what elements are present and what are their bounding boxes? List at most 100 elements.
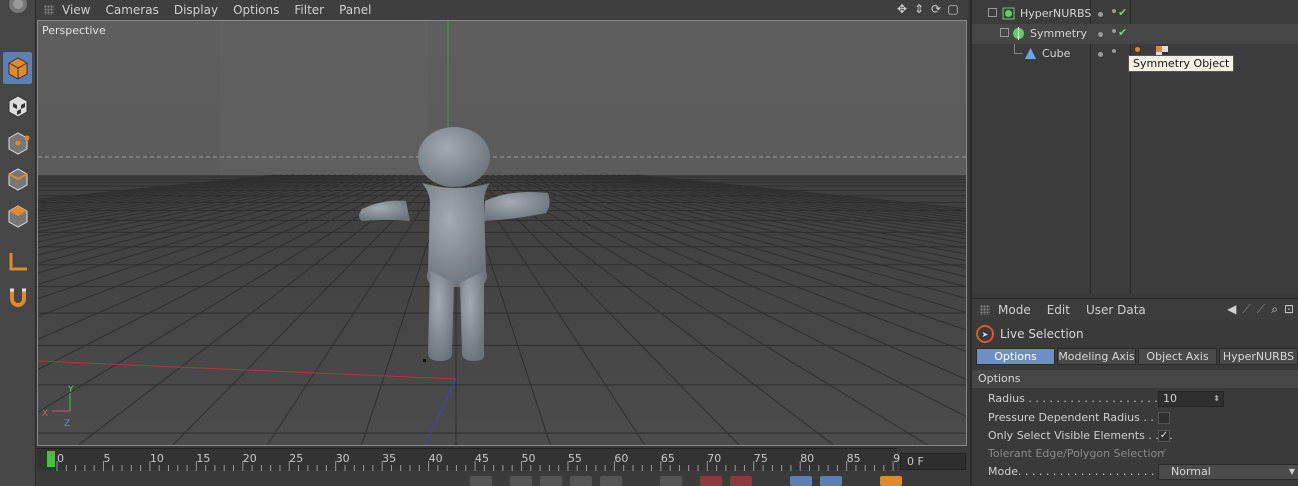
points-cube-icon bbox=[8, 132, 29, 155]
section-header-options[interactable]: Options bbox=[972, 370, 1298, 388]
timeline-ruler[interactable]: 051015202530354045505560657075808590 bbox=[37, 448, 907, 471]
render-dot[interactable] bbox=[1112, 29, 1116, 33]
current-frame-field[interactable]: 0 F bbox=[900, 453, 966, 470]
undo-tool-icon[interactable] bbox=[3, 0, 32, 18]
polygons-mode-button[interactable] bbox=[3, 200, 32, 232]
collapse-icon[interactable] bbox=[988, 8, 997, 17]
object-name[interactable]: HyperNURBS bbox=[1020, 7, 1091, 20]
viewport-nav: ✥ ⇕ ⟳ ▢ bbox=[895, 2, 960, 16]
tab-options[interactable]: Options bbox=[976, 348, 1055, 365]
hypernurbs-icon bbox=[1002, 7, 1015, 20]
menu-display[interactable]: Display bbox=[174, 3, 218, 17]
timeline-label: 55 bbox=[567, 452, 582, 465]
pressure-row: Pressure Dependent Radius . . . . bbox=[988, 409, 1298, 427]
search-icon[interactable]: ⌕ bbox=[1271, 302, 1278, 317]
tab-object-axis[interactable]: Object Axis bbox=[1138, 348, 1217, 365]
visibility-dot[interactable] bbox=[1098, 32, 1103, 37]
axis-z-label: Z bbox=[64, 419, 71, 429]
visible-elements-label: Only Select Visible Elements . . . . bbox=[988, 429, 1173, 442]
timeline-label: 20 bbox=[242, 452, 257, 465]
transport-button[interactable] bbox=[600, 476, 622, 486]
keyframe-button[interactable] bbox=[880, 476, 902, 486]
transport-button[interactable] bbox=[470, 476, 492, 486]
texture-mode-button[interactable] bbox=[3, 90, 32, 122]
playhead-marker[interactable] bbox=[47, 451, 55, 467]
axis-y-label: Y bbox=[68, 385, 74, 395]
spinner-icon[interactable]: ⬍ bbox=[1213, 392, 1220, 406]
pressure-label: Pressure Dependent Radius . . . . bbox=[988, 411, 1168, 424]
record-button[interactable] bbox=[700, 476, 722, 486]
maximize-view-icon[interactable]: ▢ bbox=[946, 2, 960, 16]
transport-button[interactable] bbox=[660, 476, 682, 486]
tree-line bbox=[1014, 44, 1022, 54]
attribute-tabs: Options Modeling Axis Object Axis HyperN… bbox=[976, 348, 1298, 365]
edges-mode-button[interactable] bbox=[3, 163, 32, 195]
transport-button[interactable] bbox=[510, 476, 532, 486]
axis-mode-button[interactable] bbox=[3, 246, 32, 278]
menu-user-data[interactable]: User Data bbox=[1086, 303, 1146, 317]
model-mode-button[interactable] bbox=[3, 52, 32, 84]
lock-icon[interactable]: ⊡ bbox=[1284, 302, 1294, 317]
pressure-checkbox[interactable] bbox=[1158, 412, 1170, 424]
tolerant-checkbox[interactable]: ✓ bbox=[1158, 448, 1170, 460]
timeline-label: 0 bbox=[57, 452, 64, 465]
transport-button[interactable] bbox=[540, 476, 562, 486]
collapse-icon[interactable] bbox=[1000, 28, 1009, 37]
render-dot[interactable] bbox=[1112, 9, 1116, 13]
polygons-cube-icon bbox=[8, 205, 27, 228]
timeline-label: 50 bbox=[521, 452, 536, 465]
grip-icon[interactable] bbox=[980, 304, 990, 315]
radius-row: Radius . . . . . . . . . . . . . . . . .… bbox=[988, 390, 1298, 408]
autokey-button[interactable] bbox=[730, 476, 752, 486]
phong-tag-icon[interactable] bbox=[1135, 47, 1140, 52]
rotate-view-icon[interactable]: ⟳ bbox=[929, 2, 943, 16]
radius-value: 10 bbox=[1163, 392, 1177, 405]
mode-label: Mode. . . . . . . . . . . . . . . . . . … bbox=[988, 465, 1162, 478]
viewport-menubar: View Cameras Display Options Filter Pane… bbox=[36, 0, 968, 20]
camera-label[interactable]: Perspective bbox=[42, 24, 106, 37]
menu-view[interactable]: View bbox=[62, 3, 90, 17]
visible-elements-checkbox[interactable]: ✓ bbox=[1158, 430, 1170, 442]
timeline-label: 10 bbox=[149, 452, 164, 465]
cinema4d-window: View Cameras Display Options Filter Pane… bbox=[0, 0, 1298, 486]
move-view-icon[interactable]: ✥ bbox=[895, 2, 909, 16]
visibility-dot[interactable] bbox=[1098, 52, 1103, 57]
render-dot[interactable] bbox=[1112, 49, 1116, 53]
tab-modeling-axis[interactable]: Modeling Axis bbox=[1057, 348, 1136, 365]
enabled-check-icon[interactable]: ✔ bbox=[1118, 26, 1127, 39]
edges-cube-icon bbox=[8, 168, 27, 191]
keyframe-button[interactable] bbox=[820, 476, 842, 486]
timeline-label: 80 bbox=[800, 452, 815, 465]
menu-options[interactable]: Options bbox=[233, 3, 279, 17]
snap-button[interactable] bbox=[3, 282, 32, 314]
history-icon[interactable]: ⟋ bbox=[1257, 302, 1265, 317]
object-row-symmetry[interactable]: Symmetry ✔ bbox=[972, 24, 1298, 44]
object-row-hypernurbs[interactable]: HyperNURBS ✔ bbox=[972, 4, 1298, 24]
zoom-view-icon[interactable]: ⇕ bbox=[912, 2, 926, 16]
menu-mode[interactable]: Mode bbox=[998, 303, 1031, 317]
timeline-label: 25 bbox=[289, 452, 304, 465]
timeline-label: 30 bbox=[335, 452, 350, 465]
menu-panel[interactable]: Panel bbox=[339, 3, 371, 17]
menu-filter[interactable]: Filter bbox=[294, 3, 324, 17]
keyframe-button[interactable] bbox=[790, 476, 812, 486]
perspective-viewport[interactable]: Perspective Y X Z bbox=[37, 20, 967, 446]
timeline-label: 5 bbox=[103, 452, 111, 465]
object-name[interactable]: Symmetry bbox=[1030, 27, 1087, 40]
live-selection-icon: ➤ bbox=[976, 325, 994, 343]
radius-input[interactable]: 10 ⬍ bbox=[1158, 391, 1224, 407]
enabled-check-icon[interactable]: ✔ bbox=[1118, 6, 1127, 19]
grip-icon[interactable] bbox=[44, 5, 54, 15]
object-name[interactable]: Cube bbox=[1042, 47, 1070, 60]
points-mode-button[interactable] bbox=[3, 127, 32, 159]
back-arrow-icon[interactable]: ◀ bbox=[1227, 302, 1236, 317]
tab-hypernurbs[interactable]: HyperNURBS bbox=[1219, 348, 1298, 365]
timeline-label: 60 bbox=[614, 452, 629, 465]
history-icon[interactable]: ⟋ bbox=[1242, 302, 1250, 317]
axis-x-label: X bbox=[42, 409, 49, 419]
transport-button[interactable] bbox=[570, 476, 592, 486]
visibility-dot[interactable] bbox=[1098, 12, 1103, 17]
menu-cameras[interactable]: Cameras bbox=[105, 3, 158, 17]
mode-select[interactable]: Normal ▼ bbox=[1158, 464, 1298, 480]
menu-edit[interactable]: Edit bbox=[1047, 303, 1070, 317]
